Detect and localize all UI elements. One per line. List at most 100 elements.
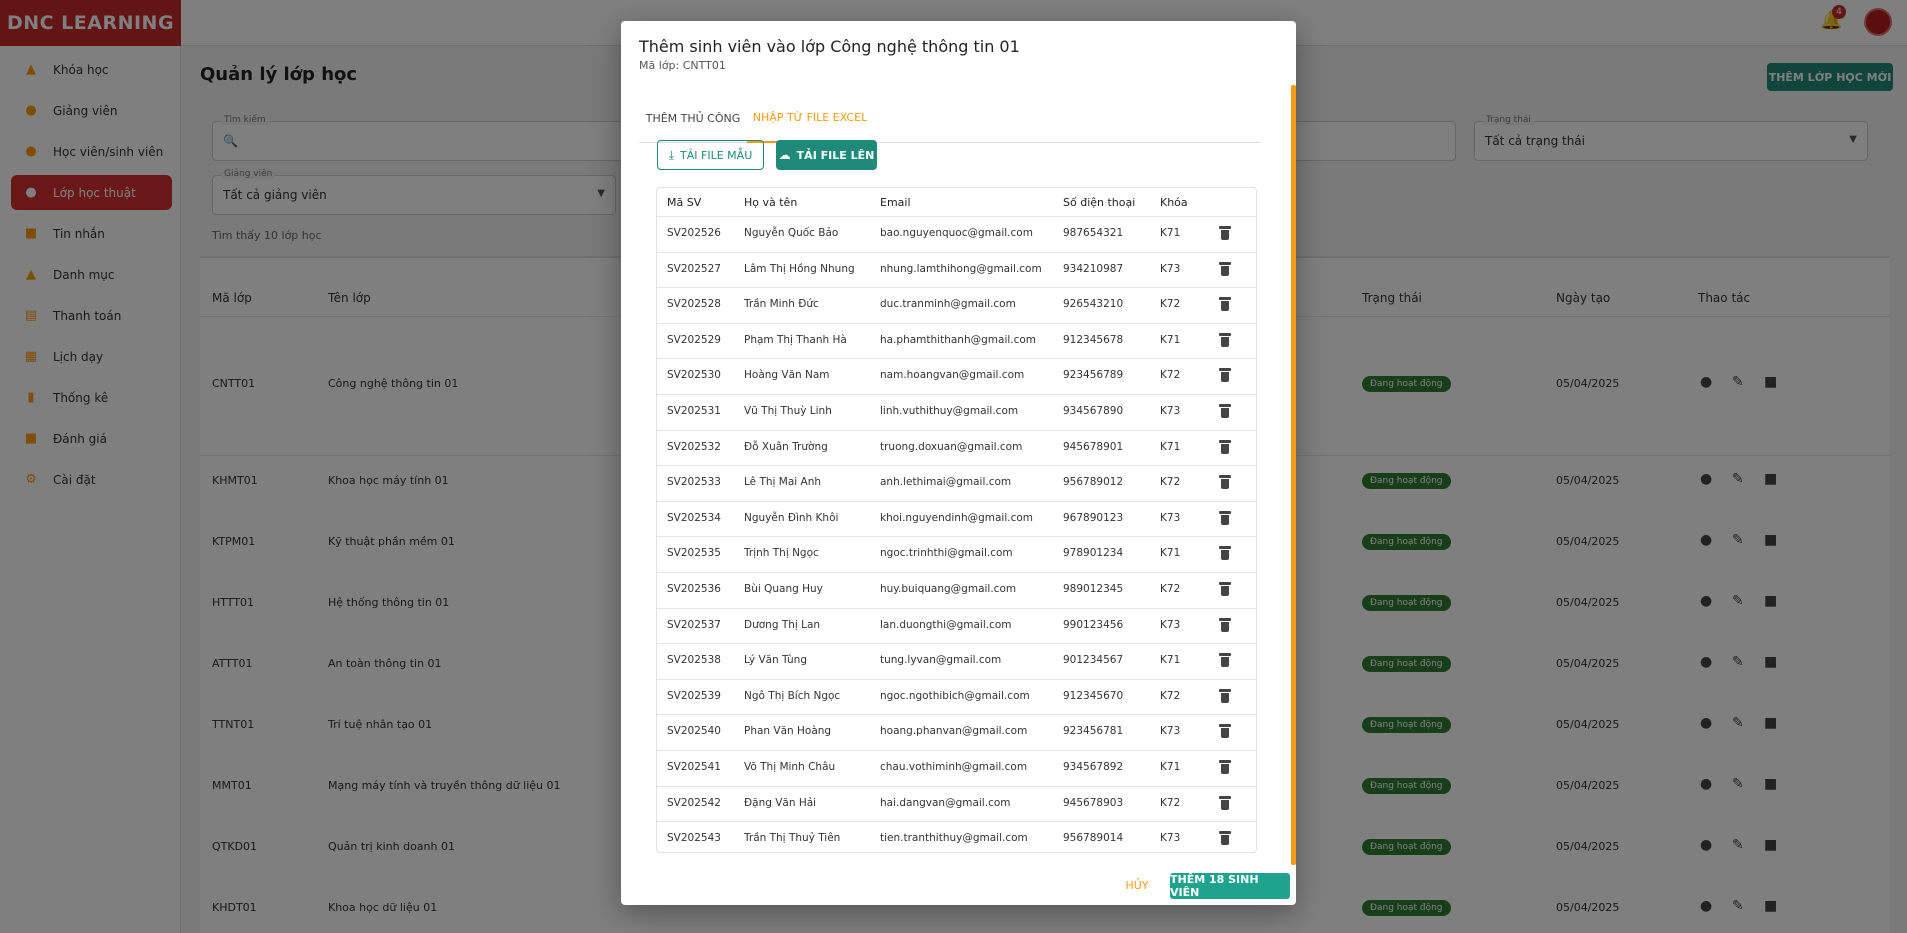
tab-import-excel[interactable]: NHẬP TỪ FILE EXCEL <box>747 93 873 143</box>
delete-icon[interactable] <box>1219 653 1231 668</box>
student-cohort: K71 <box>1160 547 1181 560</box>
column-header-full-name: Họ và tên <box>744 196 798 209</box>
student-cohort: K71 <box>1160 654 1181 667</box>
student-id: SV202530 <box>667 369 721 382</box>
delete-icon[interactable] <box>1219 475 1231 490</box>
student-name: Dương Thị Lan <box>744 618 821 631</box>
delete-icon[interactable] <box>1219 404 1231 418</box>
dialog-tabs: THÊM THỦ CÔNG NHẬP TỪ FILE EXCEL <box>639 93 1261 143</box>
student-id: SV202541 <box>667 761 721 773</box>
student-row: SV202539 Ngô Thị Bích Ngọc ngoc.ngothibich… <box>657 678 1256 715</box>
student-name: Phạm Thị Thanh Hà <box>744 333 847 346</box>
student-row: SV202532 Đỗ Xuân Trường truong.doxuan@gmai… <box>657 429 1256 466</box>
tab-manual[interactable]: THÊM THỦ CÔNG <box>639 93 747 143</box>
student-row: SV202533 Lê Thị Mai Anh anh.lethimai@gmail… <box>657 465 1256 501</box>
student-name: Lâm Thị Hồng Nhung <box>744 262 855 275</box>
student-phone: 987654321 <box>1063 227 1124 239</box>
student-row: SV202540 Phan Văn Hoàng hoang.phanvan@gmai… <box>657 714 1256 750</box>
student-id: SV202539 <box>667 689 721 702</box>
add-students-button[interactable]: THÊM 18 SINH VIÊN <box>1170 873 1290 899</box>
add-students-dialog: Thêm sinh viên vào lớp Công nghệ thông t… <box>621 21 1296 905</box>
student-cohort: K73 <box>1160 725 1181 738</box>
student-table-header: Mã SV Họ và tên Email Số điện thoại Khóa <box>657 188 1256 216</box>
student-cohort: K73 <box>1160 618 1181 631</box>
delete-icon[interactable] <box>1219 368 1231 383</box>
cancel-button[interactable]: HỦY <box>1117 873 1157 897</box>
download-template-label: TẢI FILE MẪU <box>680 148 753 162</box>
student-email: linh.vuthithuy@gmail.com <box>880 405 1019 417</box>
student-cohort: K72 <box>1160 689 1181 702</box>
student-name: Võ Thị Minh Châu <box>744 761 836 773</box>
delete-icon[interactable] <box>1219 724 1231 739</box>
student-email: nam.hoangvan@gmail.com <box>880 369 1025 382</box>
delete-icon[interactable] <box>1219 831 1231 846</box>
student-row: SV202526 Nguyễn Quốc Bảo bao.nguyenquoc@gm… <box>657 216 1256 252</box>
delete-icon[interactable] <box>1219 439 1231 454</box>
student-id: SV202528 <box>667 298 721 311</box>
student-id: SV202535 <box>667 547 721 560</box>
student-email: tung.lyvan@gmail.com <box>880 654 1002 667</box>
student-cohort: K72 <box>1160 583 1181 595</box>
delete-icon[interactable] <box>1219 510 1231 525</box>
student-email: huy.buiquang@gmail.com <box>880 583 1017 595</box>
student-phone: 912345678 <box>1063 333 1124 346</box>
dialog-title: Thêm sinh viên vào lớp Công nghệ thông t… <box>639 37 1020 56</box>
student-id: SV202536 <box>667 583 721 595</box>
student-id: SV202534 <box>667 511 721 524</box>
student-row: SV202535 Trịnh Thị Ngọc ngoc.trinhthi@gmai… <box>657 536 1256 572</box>
student-row: SV202529 Phạm Thị Thanh Hà ha.phamthithanh… <box>657 322 1256 359</box>
delete-icon[interactable] <box>1219 226 1231 240</box>
student-name: Đỗ Xuân Trường <box>744 440 828 453</box>
student-row: SV202543 Trần Thị Thuỷ Tiên tien.tranthith… <box>657 821 1256 857</box>
delete-icon[interactable] <box>1219 332 1231 347</box>
student-name: Trịnh Thị Ngọc <box>744 547 819 560</box>
student-id: SV202526 <box>667 227 721 239</box>
student-cohort: K72 <box>1160 369 1181 382</box>
student-cohort: K71 <box>1160 440 1181 453</box>
student-cohort: K73 <box>1160 511 1181 524</box>
delete-icon[interactable] <box>1219 688 1231 703</box>
student-cohort: K72 <box>1160 796 1181 809</box>
student-row: SV202528 Trần Minh Đức duc.tranminh@gmail.… <box>657 287 1256 323</box>
student-name: Lý Văn Tùng <box>744 654 807 667</box>
delete-icon[interactable] <box>1219 546 1231 561</box>
student-phone: 945678901 <box>1063 440 1124 453</box>
delete-icon[interactable] <box>1219 760 1231 774</box>
delete-icon[interactable] <box>1219 297 1231 312</box>
delete-icon[interactable] <box>1219 795 1231 810</box>
column-header-email: Email <box>880 196 911 209</box>
student-email: khoi.nguyendinh@gmail.com <box>880 511 1034 524</box>
student-email: hai.dangvan@gmail.com <box>880 796 1011 809</box>
delete-icon[interactable] <box>1219 582 1231 596</box>
student-id: SV202531 <box>667 405 721 417</box>
student-email: hoang.phanvan@gmail.com <box>880 725 1028 738</box>
student-cohort: K73 <box>1160 832 1181 845</box>
student-cohort: K71 <box>1160 333 1181 346</box>
student-cohort: K73 <box>1160 405 1181 417</box>
student-phone: 956789012 <box>1063 476 1124 489</box>
student-name: Trần Thị Thuỷ Tiên <box>744 832 841 845</box>
delete-icon[interactable] <box>1219 261 1231 276</box>
student-id: SV202532 <box>667 440 721 453</box>
student-phone: 923456781 <box>1063 725 1124 738</box>
student-name: Bùi Quang Huy <box>744 583 823 595</box>
student-row: SV202536 Bùi Quang Huy huy.buiquang@gmail.… <box>657 572 1256 608</box>
student-id: SV202529 <box>667 333 721 346</box>
upload-file-label: TẢI FILE LÊN <box>796 148 875 162</box>
student-phone: 989012345 <box>1063 583 1124 595</box>
student-cohort: K71 <box>1160 761 1181 773</box>
student-phone: 945678903 <box>1063 796 1124 809</box>
delete-icon[interactable] <box>1219 617 1231 632</box>
download-icon: ⤓ <box>668 147 675 162</box>
download-template-button[interactable]: ⤓ TẢI FILE MẪU <box>657 140 764 170</box>
student-phone: 901234567 <box>1063 654 1124 667</box>
student-email: anh.lethimai@gmail.com <box>880 476 1012 489</box>
column-header-cohort: Khóa <box>1160 196 1188 209</box>
student-name: Ngô Thị Bích Ngọc <box>744 689 841 702</box>
student-phone: 926543210 <box>1063 298 1124 311</box>
dialog-scrollbar[interactable] <box>1291 85 1296 865</box>
student-phone: 934210987 <box>1063 262 1124 275</box>
upload-file-button[interactable]: ☁ TẢI FILE LÊN <box>776 140 877 170</box>
column-header-student-id: Mã SV <box>667 196 702 209</box>
student-name: Đặng Văn Hải <box>744 796 817 809</box>
